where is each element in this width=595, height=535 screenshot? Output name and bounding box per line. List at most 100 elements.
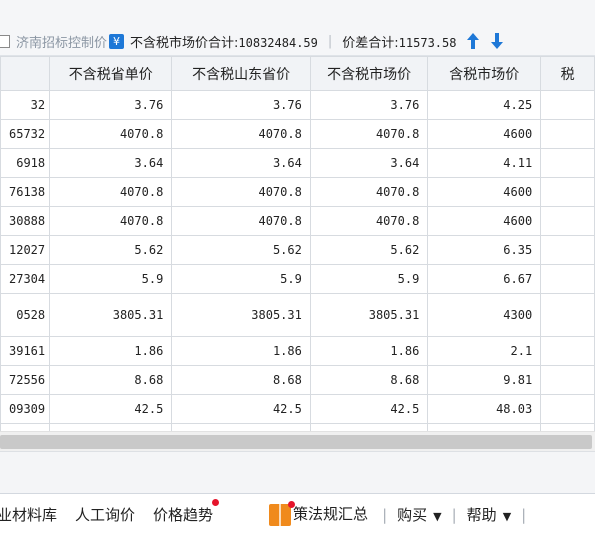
horizontal-scrollbar[interactable] [0, 431, 595, 452]
table-cell[interactable] [540, 264, 595, 294]
table-cell[interactable] [540, 90, 595, 120]
table-cell[interactable]: 2.1 [427, 336, 542, 366]
column-header[interactable]: 不含税省单价 [49, 56, 173, 91]
table-cell[interactable]: 2.79 [49, 423, 173, 431]
table-cell[interactable]: 5.9 [49, 264, 173, 294]
table-cell[interactable] [540, 235, 595, 265]
table-row[interactable]: 27304 5.9 5.9 5.9 6.67 [0, 264, 595, 294]
table-cell[interactable]: 76138 [0, 177, 51, 207]
table-cell[interactable] [540, 293, 595, 337]
table-cell[interactable]: 8.68 [171, 365, 311, 395]
table-cell[interactable]: 42.5 [171, 394, 311, 424]
column-header[interactable]: 税 [540, 56, 595, 91]
table-cell[interactable]: 3.15 [427, 423, 542, 431]
column-header[interactable]: 含税市场价 [427, 56, 542, 91]
table-cell[interactable]: 4070.8 [49, 206, 173, 236]
table-cell[interactable]: 8.68 [309, 365, 429, 395]
table-cell[interactable]: 48.03 [427, 394, 542, 424]
column-header[interactable]: 不含税市场价 [309, 56, 429, 91]
table-cell[interactable]: 42.5 [309, 394, 429, 424]
table-cell[interactable]: 4070.8 [171, 177, 311, 207]
price-tag-icon[interactable]: ¥ [109, 33, 125, 49]
table-cell[interactable]: 65732 [0, 119, 51, 149]
table-cell[interactable]: 3.64 [171, 148, 311, 178]
nav-price-trend[interactable]: 价格趋势 [153, 499, 220, 525]
table-cell[interactable]: 3805.31 [309, 293, 429, 337]
column-header[interactable] [0, 56, 51, 91]
table-cell[interactable]: 4300 [427, 293, 542, 337]
table-cell[interactable]: 72556 [0, 365, 51, 395]
arrow-up-icon[interactable] [466, 32, 480, 50]
table-cell[interactable] [540, 423, 595, 431]
table-row[interactable]: 51122.792.792.793.15 [0, 423, 595, 431]
arrow-down-icon[interactable] [490, 32, 504, 50]
table-cell[interactable]: 2.79 [171, 423, 311, 431]
table-cell[interactable]: 4070.8 [49, 119, 173, 149]
table-cell[interactable]: 5.9 [171, 264, 311, 294]
table-cell[interactable]: 3.76 [309, 90, 429, 120]
table-cell[interactable]: 1.86 [171, 336, 311, 366]
table-cell[interactable]: 3.64 [309, 148, 429, 178]
table-cell[interactable] [540, 119, 595, 149]
table-row[interactable]: 12027 5.62 5.62 5.62 6.35 [0, 235, 595, 265]
table-cell[interactable]: 4600 [427, 119, 542, 149]
table-cell[interactable]: 4070.8 [309, 177, 429, 207]
table-row[interactable]: 32 3.76 3.76 3.76 4.25 [0, 90, 595, 120]
nav-help-menu[interactable]: 帮助 ▼ [467, 504, 511, 525]
table-cell[interactable]: 5.9 [309, 264, 429, 294]
table-cell[interactable]: 1.86 [49, 336, 173, 366]
table-cell[interactable]: 0528 [0, 293, 51, 337]
table-row[interactable]: 72556 8.68 8.68 8.68 9.81 [0, 365, 595, 395]
table-row[interactable]: 30888 4070.8 4070.8 4070.8 4600 [0, 206, 595, 236]
table-cell[interactable]: 4.11 [427, 148, 542, 178]
table-cell[interactable]: 3.76 [49, 90, 173, 120]
table-row[interactable]: 39161 1.86 1.86 1.86 2.1 [0, 336, 595, 366]
table-cell[interactable]: 4070.8 [49, 177, 173, 207]
scrollbar-thumb[interactable] [0, 435, 592, 449]
table-cell[interactable]: 27304 [0, 264, 51, 294]
table-cell[interactable]: 4600 [427, 177, 542, 207]
table-cell[interactable]: 4600 [427, 206, 542, 236]
table-row[interactable]: 65732 4070.8 4070.8 4070.8 4600 [0, 119, 595, 149]
table-cell[interactable] [540, 394, 595, 424]
table-row[interactable]: 0528 3805.31 3805.31 3805.31 4300 [0, 293, 595, 337]
table-cell[interactable]: 6918 [0, 148, 51, 178]
table-row[interactable]: 6918 3.64 3.64 3.64 4.11 [0, 148, 595, 178]
table-cell[interactable]: 4070.8 [171, 119, 311, 149]
table-cell[interactable] [540, 206, 595, 236]
table-cell[interactable]: 5.62 [309, 235, 429, 265]
control-price-checkbox[interactable] [0, 34, 10, 48]
nav-buy-menu[interactable]: 购买 ▼ [397, 504, 441, 525]
table-cell[interactable]: 42.5 [49, 394, 173, 424]
table-cell[interactable]: 8.68 [49, 365, 173, 395]
table-row[interactable]: 76138 4070.8 4070.8 4070.8 4600 [0, 177, 595, 207]
table-cell[interactable]: 32 [0, 90, 51, 120]
table-cell[interactable]: 3.64 [49, 148, 173, 178]
table-cell[interactable]: 6.67 [427, 264, 542, 294]
table-cell[interactable] [540, 365, 595, 395]
nav-material-library[interactable]: 业材料库 [0, 504, 57, 525]
nav-labor-inquiry[interactable]: 人工询价 [75, 504, 135, 525]
column-header[interactable]: 不含税山东省价 [171, 56, 311, 91]
table-cell[interactable] [540, 336, 595, 366]
table-cell[interactable]: 4070.8 [309, 119, 429, 149]
table-cell[interactable]: 3805.31 [171, 293, 311, 337]
table-cell[interactable] [540, 177, 595, 207]
table-row[interactable]: 09309 42.5 42.5 42.5 48.03 [0, 394, 595, 424]
table-cell[interactable]: 9.81 [427, 365, 542, 395]
table-cell[interactable]: 4070.8 [171, 206, 311, 236]
table-cell[interactable]: 4070.8 [309, 206, 429, 236]
table-cell[interactable]: 5.62 [49, 235, 173, 265]
table-cell[interactable]: 39161 [0, 336, 51, 366]
table-cell[interactable] [540, 148, 595, 178]
table-cell[interactable]: 1.86 [309, 336, 429, 366]
table-cell[interactable]: 4.25 [427, 90, 542, 120]
table-cell[interactable]: 3.76 [171, 90, 311, 120]
table-cell[interactable]: 09309 [0, 394, 51, 424]
table-cell[interactable]: 30888 [0, 206, 51, 236]
table-cell[interactable]: 2.79 [309, 423, 429, 431]
nav-policy-law[interactable]: 策法规汇总 [269, 500, 368, 526]
table-cell[interactable]: 6.35 [427, 235, 542, 265]
table-cell[interactable]: 12027 [0, 235, 51, 265]
table-cell[interactable]: 3805.31 [49, 293, 173, 337]
